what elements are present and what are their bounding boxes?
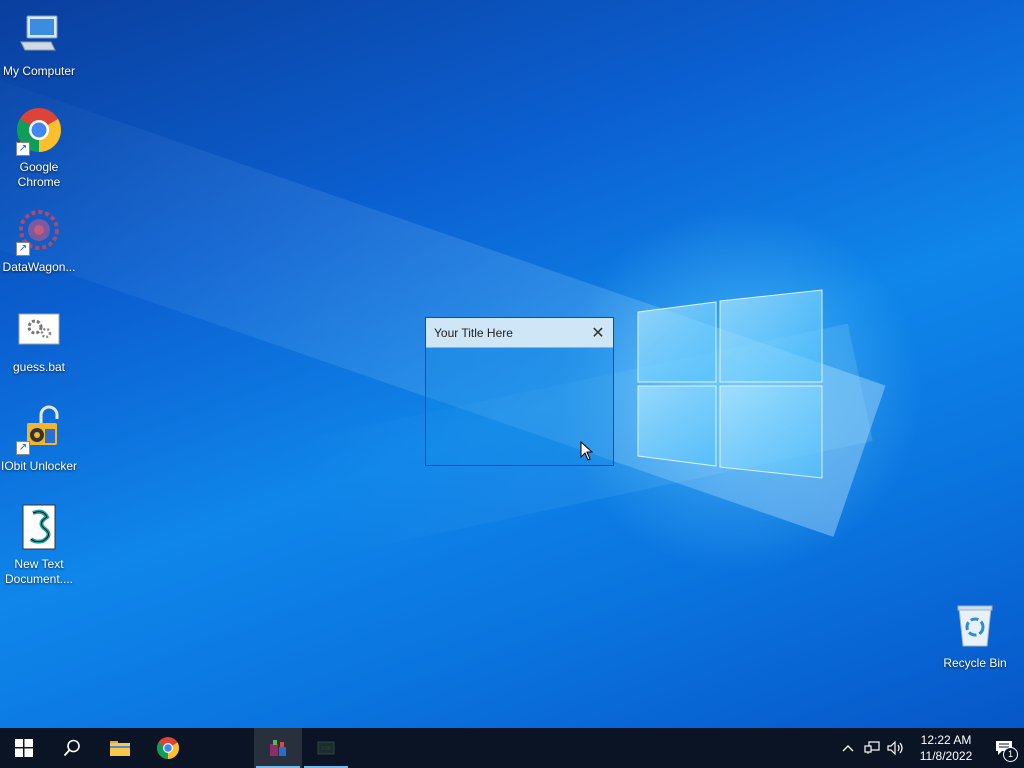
folder-icon — [110, 741, 130, 756]
taskbar: 12:22 AM 11/8/2022 1 — [0, 728, 1024, 768]
desktop-icon-recycle-bin[interactable]: Recycle Bin — [936, 602, 1014, 671]
search-icon — [63, 739, 80, 757]
text-document-icon — [22, 504, 56, 550]
close-icon[interactable]: ✕ — [583, 318, 613, 347]
app-icon — [270, 740, 286, 756]
desktop-icon-label: Recycle Bin — [943, 656, 1007, 670]
network-icon[interactable] — [860, 728, 884, 768]
desktop: My Computer ↗ Google Chrome ↗ DataWagon.… — [0, 0, 1024, 728]
app-icon — [317, 741, 335, 755]
recycle-bin-icon — [957, 605, 993, 647]
chrome-taskbar-button[interactable] — [144, 728, 192, 768]
system-tray: 12:22 AM 11/8/2022 1 — [836, 728, 1024, 768]
windows-logo-wallpaper — [637, 289, 823, 479]
app-taskbar-button-1[interactable] — [254, 728, 302, 768]
chevron-up-icon[interactable] — [836, 728, 860, 768]
volume-icon[interactable] — [884, 728, 908, 768]
desktop-icon-my-computer[interactable]: My Computer — [0, 10, 78, 79]
dialog-title: Your Title Here — [434, 325, 513, 340]
chrome-icon — [157, 737, 179, 759]
desktop-icon-label: My Computer — [2, 64, 76, 78]
desktop-icon-iobit-unlocker[interactable]: ↗ IObit Unlocker — [0, 405, 78, 474]
clock-date: 11/8/2022 — [919, 749, 973, 763]
computer-icon — [20, 15, 58, 51]
action-center-button[interactable]: 1 — [984, 728, 1024, 768]
start-button[interactable] — [0, 728, 48, 768]
desktop-icon-label: New Text Document.... — [4, 557, 74, 586]
shortcut-arrow-icon: ↗ — [16, 142, 30, 156]
shortcut-arrow-icon: ↗ — [16, 441, 30, 455]
desktop-icon-label: IObit Unlocker — [0, 459, 78, 473]
notification-count-badge: 1 — [1003, 747, 1018, 762]
batch-file-icon — [18, 313, 60, 345]
desktop-icon-datawagon[interactable]: ↗ DataWagon... — [0, 206, 78, 275]
desktop-icon-guess-bat[interactable]: guess.bat — [0, 306, 78, 375]
shortcut-arrow-icon: ↗ — [16, 242, 30, 256]
desktop-icon-label: Google Chrome — [17, 160, 61, 189]
desktop-icon-new-text-document[interactable]: New Text Document.... — [0, 503, 78, 587]
desktop-icon-label: guess.bat — [12, 360, 66, 374]
search-button[interactable] — [48, 728, 96, 768]
app-taskbar-button-2[interactable] — [302, 728, 350, 768]
mouse-cursor-icon — [580, 441, 593, 461]
clock-time: 12:22 AM — [920, 733, 972, 747]
dialog-titlebar[interactable]: Your Title Here ✕ — [426, 318, 613, 348]
file-explorer-button[interactable] — [96, 728, 144, 768]
windows-icon — [15, 739, 33, 757]
desktop-icon-google-chrome[interactable]: ↗ Google Chrome — [0, 106, 78, 190]
clock[interactable]: 12:22 AM 11/8/2022 — [908, 732, 984, 764]
desktop-icon-label: DataWagon... — [2, 260, 76, 274]
